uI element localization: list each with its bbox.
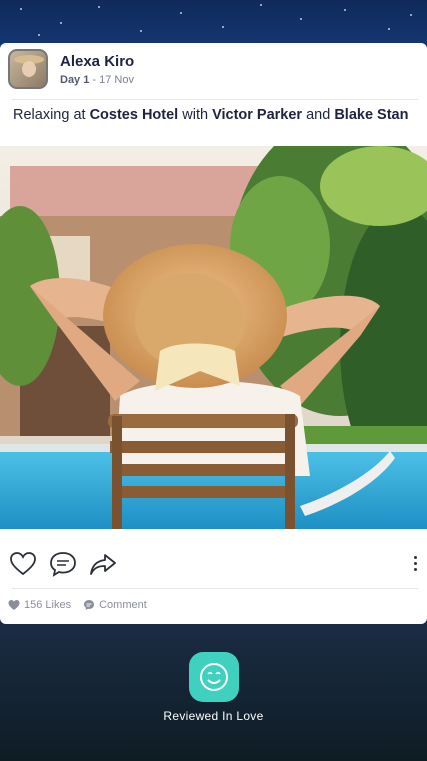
post-stats: 156 Likes Comment xyxy=(8,599,147,611)
actions-divider xyxy=(12,588,418,589)
post-caption: Relaxing at Costes Hotel with Victor Par… xyxy=(13,107,408,123)
person-link-blake[interactable]: Blake Stan xyxy=(334,107,408,123)
post-header: Alexa Kiro Day 1 - 17 Nov xyxy=(0,43,427,99)
post-photo[interactable] xyxy=(0,146,427,529)
post-card: Alexa Kiro Day 1 - 17 Nov Relaxing at Co… xyxy=(0,43,427,624)
review-section: Reviewed In Love xyxy=(0,652,427,723)
likes-count[interactable]: 156 Likes xyxy=(24,599,71,611)
post-actions xyxy=(0,549,427,585)
review-label: Reviewed In Love xyxy=(163,709,264,723)
caption-with: with xyxy=(178,107,213,123)
comment-small-icon xyxy=(84,600,95,610)
heart-small-icon xyxy=(8,600,20,610)
comment-icon[interactable] xyxy=(48,549,78,579)
person-link-victor[interactable]: Victor Parker xyxy=(212,107,302,123)
day-label: Day 1 xyxy=(60,74,90,86)
post-date: Day 1 - 17 Nov xyxy=(60,74,134,86)
header-divider xyxy=(12,99,418,100)
heart-icon[interactable] xyxy=(8,549,38,579)
date-separator: - xyxy=(89,74,100,86)
caption-and: and xyxy=(302,107,335,123)
more-vertical-icon[interactable] xyxy=(411,553,419,577)
author-name[interactable]: Alexa Kiro xyxy=(60,53,134,70)
share-icon[interactable] xyxy=(88,549,118,579)
review-button[interactable] xyxy=(188,652,239,702)
date-text: 17 Nov xyxy=(99,74,134,86)
smiley-icon xyxy=(199,663,228,691)
comment-link[interactable]: Comment xyxy=(99,599,147,611)
caption-prefix: Relaxing at xyxy=(13,107,90,123)
place-link[interactable]: Costes Hotel xyxy=(90,107,179,123)
avatar[interactable] xyxy=(8,49,48,89)
